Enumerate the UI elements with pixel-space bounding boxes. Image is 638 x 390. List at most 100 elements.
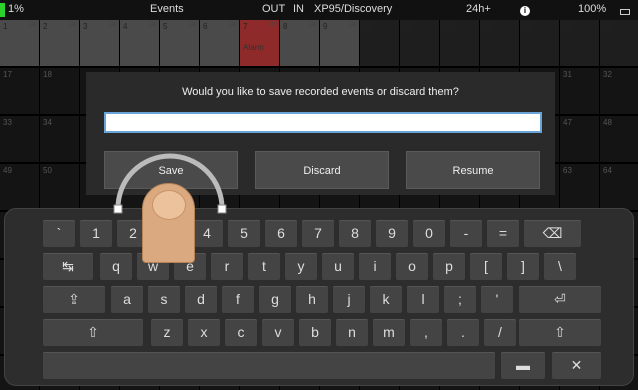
key[interactable]: i [359, 253, 391, 280]
key[interactable]: c [225, 319, 257, 346]
zone-cell[interactable]: 8 OP [280, 20, 320, 67]
zone-cell[interactable]: 15 [560, 20, 600, 67]
zone-number: 33 [3, 118, 12, 127]
zone-number: 49 [3, 166, 12, 175]
zone-cell[interactable]: 14 [520, 20, 560, 67]
key[interactable]: o [396, 253, 428, 280]
shift-right-key[interactable]: ⇧ [519, 319, 601, 346]
dialog-text-input[interactable] [104, 112, 542, 133]
zone-cell[interactable]: 48 [600, 116, 638, 163]
key[interactable]: ` [43, 220, 75, 247]
discard-button[interactable]: Discard [255, 151, 389, 189]
zone-number: 48 [603, 118, 612, 127]
zone-number: 14 [523, 22, 532, 31]
key[interactable]: j [333, 286, 365, 313]
zone-cell[interactable]: 33 [0, 116, 40, 163]
key[interactable]: v [262, 319, 294, 346]
key[interactable]: u [322, 253, 354, 280]
info-icon[interactable]: i [520, 6, 530, 16]
key[interactable]: y [285, 253, 317, 280]
status-range: 24h+ [466, 3, 491, 15]
backspace-key[interactable]: ⌫ [524, 220, 581, 247]
key[interactable]: 4 [191, 220, 223, 247]
key[interactable]: t [248, 253, 280, 280]
key[interactable]: ' [481, 286, 513, 313]
key[interactable]: 0 [413, 220, 445, 247]
zone-cell[interactable]: 7 OP Alarm [240, 20, 280, 67]
key[interactable]: [ [470, 253, 502, 280]
zone-cell[interactable]: 13 [480, 20, 520, 67]
key[interactable]: . [447, 319, 479, 346]
zone-cell[interactable]: 16 [600, 20, 638, 67]
key[interactable]: m [373, 319, 405, 346]
key[interactable]: ] [507, 253, 539, 280]
zone-cell[interactable]: 2 OP [40, 20, 80, 67]
space-key[interactable] [43, 352, 495, 379]
resume-button[interactable]: Resume [406, 151, 540, 189]
zone-cell[interactable]: 11 [400, 20, 440, 67]
key[interactable]: 9 [376, 220, 408, 247]
zone-cell[interactable]: 31 [560, 68, 600, 115]
zone-cell[interactable]: 9 OP [320, 20, 360, 67]
zone-cell[interactable]: 64 [600, 164, 638, 211]
key[interactable]: , [410, 319, 442, 346]
caps-lock-key[interactable]: ⇪ [43, 286, 105, 313]
zone-cell[interactable]: 6 OP [200, 20, 240, 67]
zone-cell[interactable]: 3 OP [80, 20, 120, 67]
key[interactable]: d [185, 286, 217, 313]
key[interactable]: 1 [80, 220, 112, 247]
zone-cell[interactable]: 4 OP [120, 20, 160, 67]
key[interactable]: s [148, 286, 180, 313]
key[interactable]: ; [444, 286, 476, 313]
key[interactable]: \ [544, 253, 576, 280]
zone-number: 11 [403, 22, 412, 31]
key[interactable]: = [487, 220, 519, 247]
zone-cell[interactable]: 10 [360, 20, 400, 67]
zone-cell[interactable]: 18 [40, 68, 80, 115]
key[interactable]: f [222, 286, 254, 313]
enter-key[interactable]: ⏎ [519, 286, 601, 313]
key[interactable]: / [484, 319, 516, 346]
key[interactable]: b [299, 319, 331, 346]
key[interactable]: k [370, 286, 402, 313]
zone-op-label: OP [228, 22, 237, 28]
zone-op-label: OP [268, 22, 277, 28]
key[interactable]: 7 [302, 220, 334, 247]
finger-tap-icon [142, 183, 195, 263]
zone-number: 7 [243, 22, 248, 31]
hide-keyboard-key[interactable]: ▬ [501, 352, 545, 379]
zone-cell[interactable]: 47 [560, 116, 600, 163]
close-keyboard-key[interactable]: ✕ [552, 352, 601, 379]
key[interactable]: n [336, 319, 368, 346]
zone-cell[interactable]: 50 [40, 164, 80, 211]
key[interactable]: z [151, 319, 183, 346]
zone-cell[interactable]: 12 [440, 20, 480, 67]
zone-cell[interactable]: 49 [0, 164, 40, 211]
key[interactable]: a [111, 286, 143, 313]
zone-number: 64 [603, 166, 612, 175]
key[interactable]: l [407, 286, 439, 313]
zone-cell[interactable]: 17 [0, 68, 40, 115]
tab-key[interactable]: ↹ [43, 253, 93, 280]
key[interactable]: - [450, 220, 482, 247]
zone-cell[interactable]: 1 OP [0, 20, 40, 67]
zone-number: 8 [283, 22, 288, 31]
key[interactable]: p [433, 253, 465, 280]
key[interactable]: 5 [228, 220, 260, 247]
zone-cell[interactable]: 32 [600, 68, 638, 115]
dialog-prompt: Would you like to save recorded events o… [182, 86, 459, 98]
key[interactable]: r [211, 253, 243, 280]
key[interactable]: h [296, 286, 328, 313]
status-device: XP95/Discovery [314, 3, 393, 15]
status-in: IN [293, 3, 304, 15]
zone-number: 31 [563, 70, 572, 79]
key[interactable]: 8 [339, 220, 371, 247]
zone-cell[interactable]: 34 [40, 116, 80, 163]
zone-cell[interactable]: 63 [560, 164, 600, 211]
key[interactable]: g [259, 286, 291, 313]
zone-cell[interactable]: 5 OP [160, 20, 200, 67]
shift-left-key[interactable]: ⇧ [43, 319, 143, 346]
key[interactable]: q [100, 253, 132, 280]
key[interactable]: 6 [265, 220, 297, 247]
key[interactable]: x [188, 319, 220, 346]
